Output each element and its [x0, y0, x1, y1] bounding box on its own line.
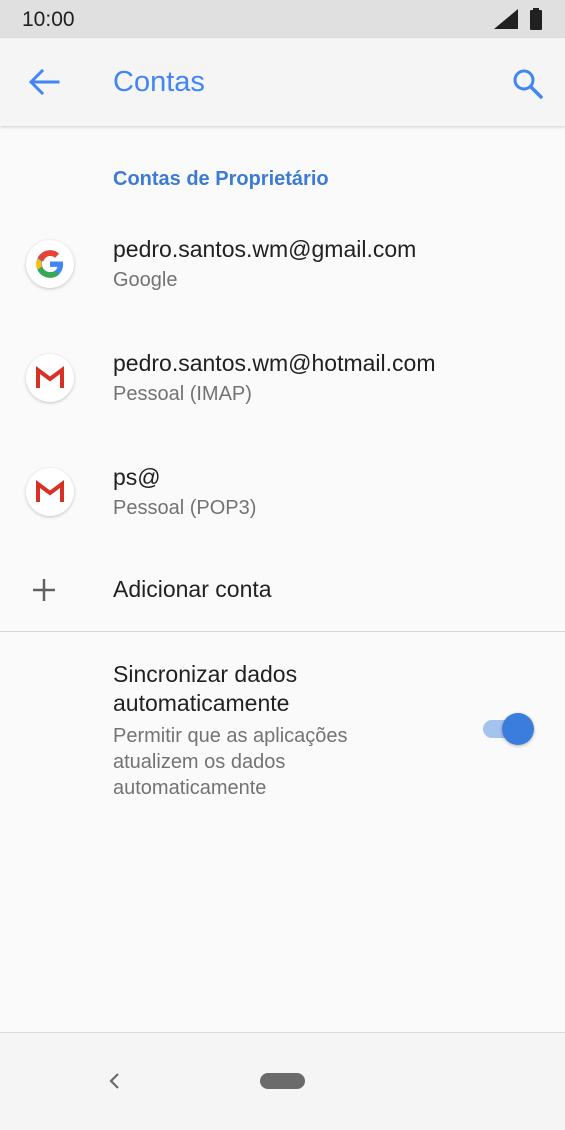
page-title: Contas — [113, 66, 205, 98]
sync-summary: Permitir que as aplicações atualizem os … — [113, 725, 348, 799]
section-header: Contas de Proprietário — [113, 168, 329, 190]
account-row-google[interactable]: pedro.santos.wm@gmail.com Google — [0, 207, 565, 321]
account-row-pop3[interactable]: ps@ Pessoal (POP3) — [0, 435, 565, 549]
account-type: Pessoal (POP3) — [113, 497, 257, 519]
add-account-button[interactable]: Adicionar conta — [0, 552, 565, 628]
status-time: 10:00 — [22, 8, 75, 31]
account-email: ps@ — [113, 464, 161, 490]
account-row-imap[interactable]: pedro.santos.wm@hotmail.com Pessoal (IMA… — [0, 321, 565, 435]
divider — [0, 631, 565, 632]
toggle-thumb — [502, 713, 534, 745]
status-bar: 10:00 — [0, 0, 565, 38]
auto-sync-toggle[interactable] — [483, 712, 535, 746]
account-type: Pessoal (IMAP) — [113, 383, 252, 405]
auto-sync-setting[interactable]: Sincronizar dados automaticamente Permit… — [0, 640, 565, 810]
navigation-bar — [0, 1032, 565, 1130]
gmail-icon — [26, 468, 74, 516]
battery-icon — [530, 8, 542, 30]
gmail-icon — [26, 354, 74, 402]
app-bar: Contas — [0, 38, 565, 126]
google-icon — [26, 240, 74, 288]
sync-title: Sincronizar dados automaticamente — [113, 661, 298, 716]
account-email: pedro.santos.wm@hotmail.com — [113, 350, 436, 376]
search-icon[interactable] — [512, 68, 544, 100]
account-type: Google — [113, 269, 178, 291]
home-pill-button[interactable] — [260, 1073, 305, 1089]
account-email: pedro.santos.wm@gmail.com — [113, 236, 417, 262]
plus-icon — [33, 579, 55, 601]
signal-icon — [494, 9, 518, 29]
back-arrow-icon[interactable] — [28, 68, 60, 96]
nav-back-icon[interactable] — [108, 1071, 122, 1091]
add-account-label: Adicionar conta — [113, 576, 272, 602]
